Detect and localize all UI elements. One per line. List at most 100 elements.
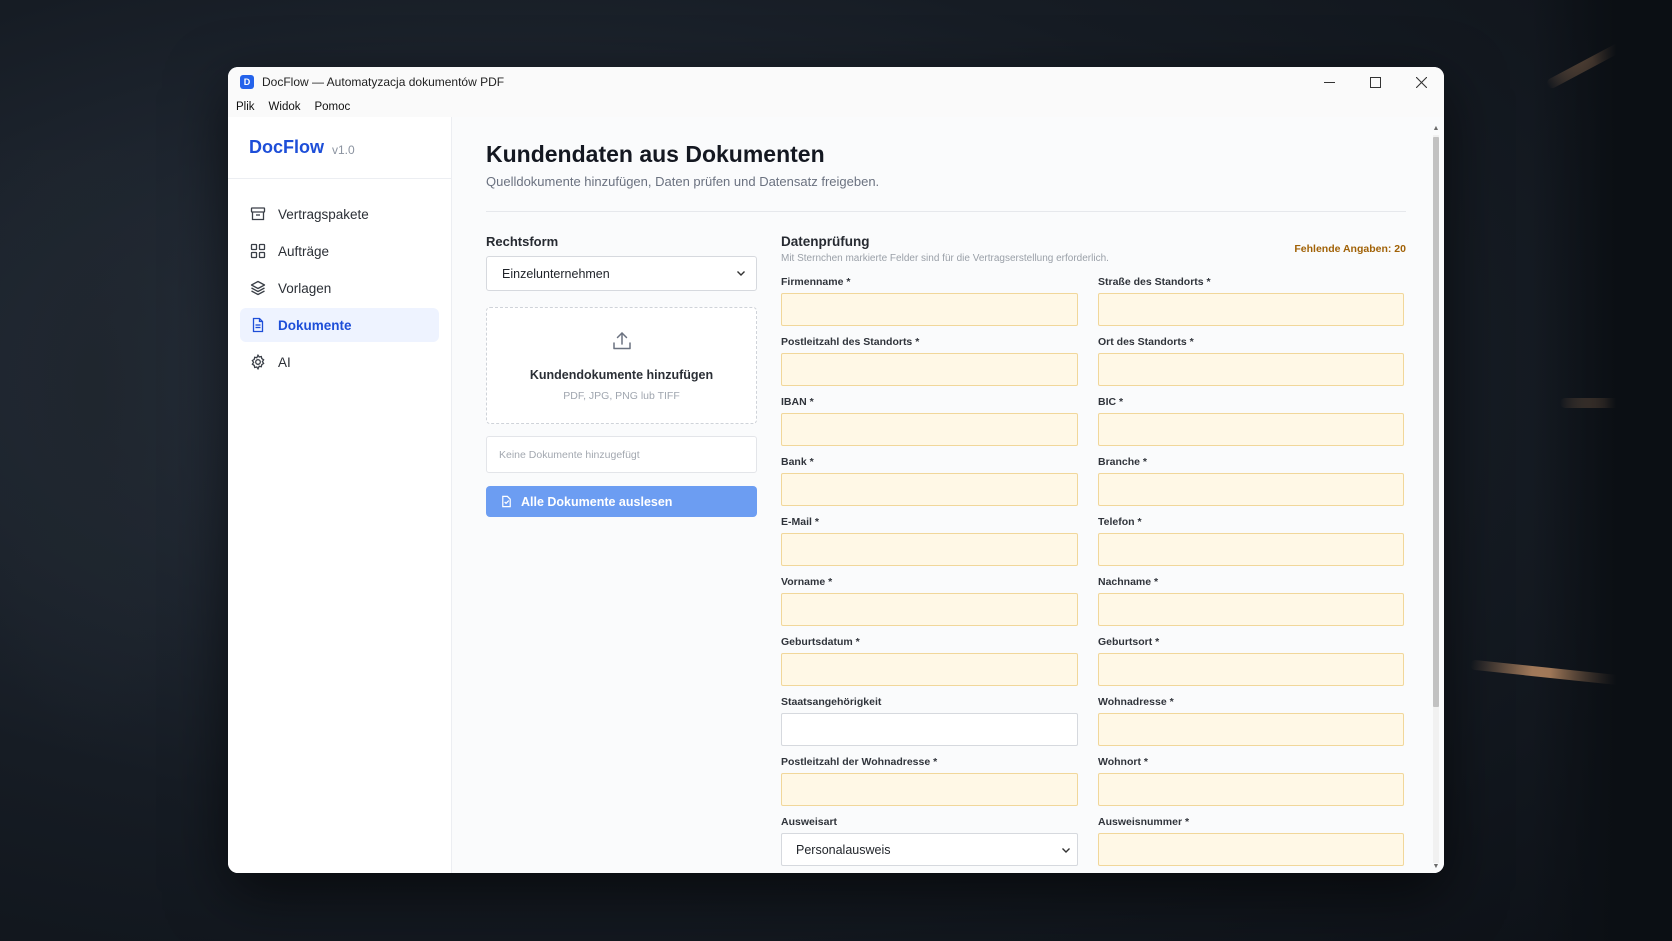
datenpruefung-title: Datenprüfung (781, 234, 870, 249)
background-plant (0, 150, 230, 750)
field-label: Nachname * (1098, 576, 1159, 588)
field-label: Geburtsdatum * (781, 636, 860, 648)
layers-icon (250, 280, 266, 296)
brand-version: v1.0 (332, 142, 355, 157)
field-strasse-standort: Straße des Standorts * (1098, 276, 1404, 336)
field-telefon: Telefon * (1098, 516, 1404, 576)
geburtsdatum-input[interactable] (781, 653, 1078, 686)
sidebar-nav: Vertragspakete Aufträge Vorlagen Dokumen… (228, 179, 451, 400)
field-label: Vorname * (781, 576, 833, 588)
grid-icon (250, 243, 266, 259)
wohnadresse-input[interactable] (1098, 713, 1404, 746)
sidebar-item-dokumente[interactable]: Dokumente (240, 308, 439, 342)
scan-document-icon (502, 495, 511, 508)
gear-icon (250, 354, 266, 370)
strasse-standort-input[interactable] (1098, 293, 1404, 326)
field-ausweisnummer: Ausweisnummer * (1098, 816, 1404, 873)
field-wohnadresse: Wohnadresse * (1098, 696, 1404, 756)
menu-plik[interactable]: Plik (236, 101, 255, 113)
read-all-documents-button[interactable]: Alle Dokumente auslesen (486, 486, 757, 517)
sidebar-item-auftraege[interactable]: Aufträge (240, 234, 439, 268)
field-plz-standort: Postleitzahl des Standorts * (781, 336, 1078, 396)
branche-input[interactable] (1098, 473, 1404, 506)
field-email: E-Mail * (781, 516, 1078, 576)
document-list-empty: Keine Dokumente hinzugefügt (486, 436, 757, 473)
plz-wohnadresse-input[interactable] (781, 773, 1078, 806)
vertical-scrollbar[interactable]: ▲ ▼ (1430, 125, 1442, 873)
field-nachname: Nachname * (1098, 576, 1404, 636)
sidebar-item-vertragspakete[interactable]: Vertragspakete (240, 197, 439, 231)
sidebar-item-vorlagen[interactable]: Vorlagen (240, 271, 439, 305)
menu-bar: Plik Widok Pomoc (228, 97, 1444, 117)
field-label: Wohnort * (1098, 756, 1148, 768)
sidebar-item-label: Vertragspakete (278, 206, 369, 222)
sidebar-item-ai[interactable]: AI (240, 345, 439, 379)
wohnort-input[interactable] (1098, 773, 1404, 806)
sidebar-item-label: Aufträge (278, 243, 330, 259)
chevron-down-icon (1062, 848, 1070, 853)
field-bank: Bank * (781, 456, 1078, 516)
vorname-input[interactable] (781, 593, 1078, 626)
page-subtitle: Quelldokumente hinzufügen, Daten prüfen … (486, 174, 880, 189)
field-firmenname: Firmenname * (781, 276, 1078, 336)
scroll-up-icon[interactable]: ▲ (1432, 125, 1440, 133)
field-label: IBAN * (781, 396, 814, 408)
page-title: Kundendaten aus Dokumenten (486, 141, 825, 167)
document-dropzone[interactable]: Kundendokumente hinzufügen PDF, JPG, PNG… (486, 307, 757, 424)
field-label: Staatsangehörigkeit (781, 696, 882, 708)
close-icon[interactable] (1398, 67, 1444, 97)
geburtsort-input[interactable] (1098, 653, 1404, 686)
upload-icon (610, 329, 634, 358)
dropzone-title: Kundendokumente hinzufügen (529, 368, 714, 382)
field-label: BIC * (1098, 396, 1124, 408)
field-geburtsort: Geburtsort * (1098, 636, 1404, 696)
sidebar: DocFlow v1.0 Vertragspakete Aufträge Vor… (228, 117, 452, 873)
missing-fields-badge: Fehlende Angaben: 20 (1294, 243, 1406, 255)
menu-pomoc[interactable]: Pomoc (314, 101, 350, 113)
telefon-input[interactable] (1098, 533, 1404, 566)
rechtsform-value: Einzelunternehmen (502, 266, 610, 281)
ort-standort-input[interactable] (1098, 353, 1404, 386)
chevron-down-icon (737, 271, 745, 276)
ausweisnummer-input[interactable] (1098, 833, 1404, 866)
document-icon (250, 317, 266, 333)
scroll-down-icon[interactable]: ▼ (1432, 863, 1440, 871)
title-bar: D DocFlow — Automatyzacja dokumentów PDF (228, 67, 1444, 97)
email-input[interactable] (781, 533, 1078, 566)
field-label: Wohnadresse * (1098, 696, 1174, 708)
field-label: Postleitzahl des Standorts * (781, 336, 920, 348)
firmenname-input[interactable] (781, 293, 1078, 326)
plz-standort-input[interactable] (781, 353, 1078, 386)
background-shelf (1532, 0, 1672, 941)
field-label: Postleitzahl der Wohnadresse * (781, 756, 938, 768)
staatsangehoerigkeit-input[interactable] (781, 713, 1078, 746)
iban-input[interactable] (781, 413, 1078, 446)
field-iban: IBAN * (781, 396, 1078, 456)
app-window: D DocFlow — Automatyzacja dokumentów PDF… (228, 67, 1444, 873)
rechtsform-select[interactable]: Einzelunternehmen (486, 256, 757, 291)
field-branche: Branche * (1098, 456, 1404, 516)
nachname-input[interactable] (1098, 593, 1404, 626)
datenpruefung-hint: Mit Sternchen markierte Felder sind für … (781, 253, 1109, 264)
divider (486, 211, 1406, 212)
field-ort-standort: Ort des Standorts * (1098, 336, 1404, 396)
window-controls (1306, 67, 1444, 97)
read-all-documents-label: Alle Dokumente auslesen (521, 494, 673, 509)
field-label: Ausweisart (781, 816, 838, 828)
field-label: Bank * (781, 456, 814, 468)
sidebar-item-label: Vorlagen (278, 280, 332, 296)
menu-widok[interactable]: Widok (269, 101, 301, 113)
bank-input[interactable] (781, 473, 1078, 506)
maximize-icon[interactable] (1352, 67, 1398, 97)
upload-panel: Rechtsform Einzelunternehmen Kundendokum… (486, 234, 757, 873)
field-geburtsdatum: Geburtsdatum * (781, 636, 1078, 696)
scrollbar-thumb[interactable] (1433, 137, 1439, 707)
window-title: DocFlow — Automatyzacja dokumentów PDF (262, 75, 505, 89)
ausweisart-select[interactable]: Personalausweis (781, 833, 1078, 866)
sidebar-item-label: Dokumente (278, 317, 352, 333)
bic-input[interactable] (1098, 413, 1404, 446)
brand-name: DocFlow (249, 137, 324, 157)
archive-icon (250, 206, 266, 222)
field-wohnort: Wohnort * (1098, 756, 1404, 816)
minimize-icon[interactable] (1306, 67, 1352, 97)
